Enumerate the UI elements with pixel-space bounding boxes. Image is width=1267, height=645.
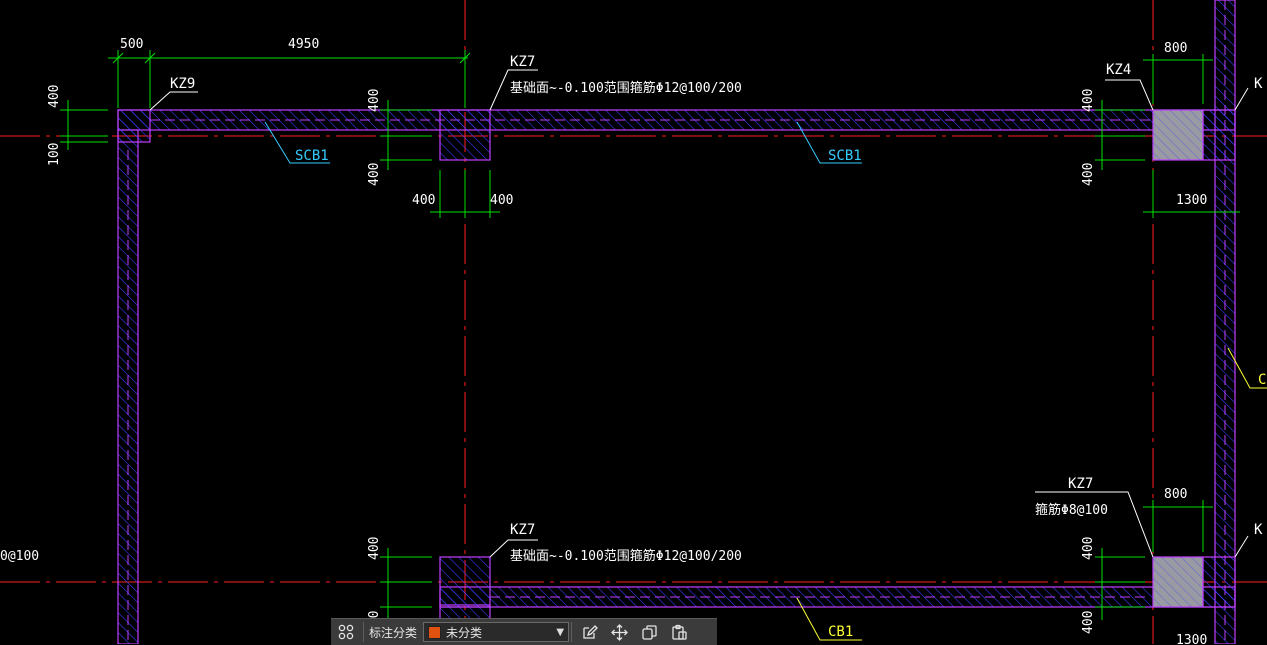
label-kz4[interactable]: KZ4 (1106, 62, 1131, 78)
dim-bot-left-400: 400 (367, 537, 382, 560)
label-kz-right-top[interactable]: K (1254, 76, 1263, 92)
dim-bot-right-400b: 400 (1081, 611, 1096, 634)
category-select[interactable]: 未分类 ▼ (423, 622, 570, 642)
column-kz7-top[interactable] (439, 109, 491, 161)
label-cb1[interactable]: CB1 (828, 624, 853, 640)
dim-top-4950: 4950 (288, 37, 319, 52)
left-wall (117, 129, 139, 644)
label-kz7-top[interactable]: KZ7 (510, 54, 535, 70)
category-select-value: 未分类 (446, 625, 483, 640)
label-kz7-bottom-mid[interactable]: KZ7 (510, 522, 535, 538)
note-kz7-bottom-right[interactable]: 箍筋Φ8@100 (1035, 502, 1108, 518)
dim-right-400-down: 400 (1081, 163, 1096, 186)
dim-left-100: 100 (47, 143, 62, 166)
dim-right-400-up: 400 (1081, 89, 1096, 112)
axis-lines (0, 0, 1267, 644)
dim-top-500: 500 (120, 37, 143, 52)
dim-mid-400-left: 400 (412, 193, 435, 208)
dim-right-1300: 1300 (1176, 193, 1207, 208)
label-kz7-bottom-right[interactable]: KZ7 (1068, 476, 1093, 492)
paste-icon[interactable] (664, 619, 694, 645)
dim-bot-right-400: 400 (1081, 537, 1096, 560)
dim-bot-800: 800 (1164, 487, 1187, 502)
label-c-right[interactable]: C (1258, 372, 1266, 388)
copy-icon[interactable] (634, 619, 664, 645)
chevron-down-icon: ▼ (556, 626, 565, 638)
column-kz9[interactable] (117, 109, 151, 143)
toolbar-divider (363, 622, 364, 642)
dim-mid-400-down: 400 (367, 163, 382, 186)
label-scb1-mid[interactable]: SCB1 (828, 148, 862, 164)
beam-walls (117, 0, 1236, 644)
left-edge-note[interactable]: 0@100 (0, 549, 39, 564)
column-kz-right-top[interactable] (1202, 109, 1236, 161)
dim-left-400: 400 (47, 85, 62, 108)
cad-drawing-canvas[interactable]: KZ9 KZ7 基础面~-0.100范围箍筋Φ12@100/200 KZ4 K … (0, 0, 1267, 644)
grid-icon[interactable] (331, 619, 361, 645)
edit-icon[interactable] (574, 619, 604, 645)
label-scb1-left[interactable]: SCB1 (295, 148, 329, 164)
move-icon[interactable] (604, 619, 634, 645)
column-kz7-bottom-mid[interactable] (439, 556, 491, 608)
dim-top-800: 800 (1164, 41, 1187, 56)
dim-bot-1300: 1300 (1176, 633, 1207, 644)
label-kz9[interactable]: KZ9 (170, 76, 195, 92)
dim-mid-400-right: 400 (490, 193, 513, 208)
category-color-swatch (428, 625, 442, 639)
column-kz-right-bottom[interactable] (1202, 556, 1236, 608)
annotation-toolbar: 标注分类 未分类 ▼ (331, 618, 717, 645)
dim-mid-400-up: 400 (367, 89, 382, 112)
note-kz7-bottom-mid[interactable]: 基础面~-0.100范围箍筋Φ12@100/200 (510, 548, 742, 564)
label-kz-right-bottom[interactable]: K (1254, 522, 1263, 538)
toolbar-divider (571, 622, 573, 642)
note-kz7-top[interactable]: 基础面~-0.100范围箍筋Φ12@100/200 (510, 80, 742, 96)
columns (117, 109, 1236, 608)
category-label: 标注分类 (369, 625, 418, 640)
